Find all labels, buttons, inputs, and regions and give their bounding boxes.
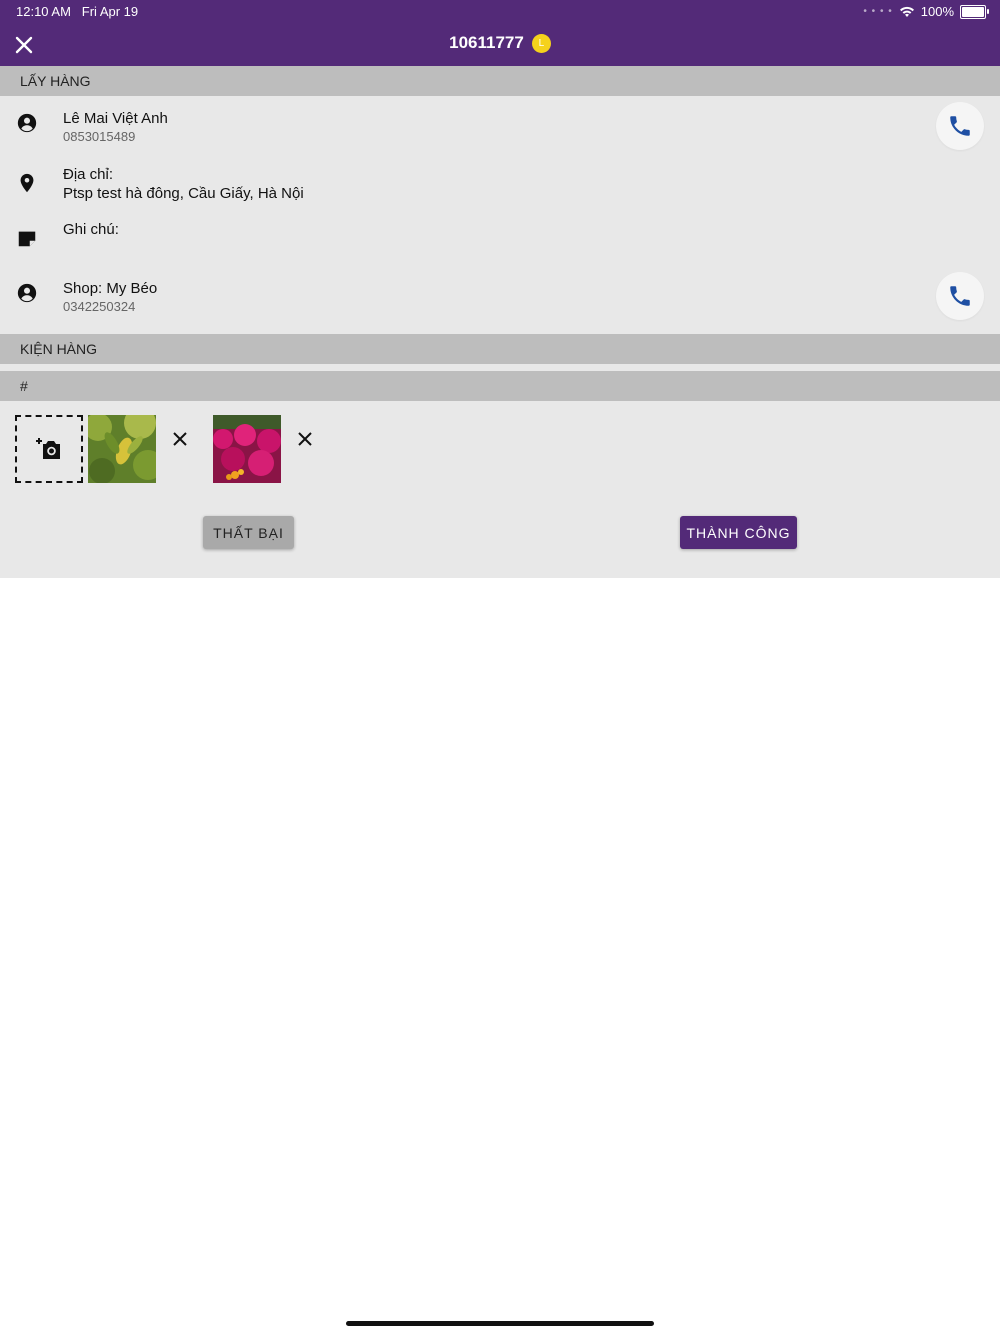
status-indicators: • • • • 100% [863,4,989,19]
battery-percent: 100% [920,4,954,19]
top-app-bar: 12:10 AM Fri Apr 19 • • • • 100% 1061177… [0,0,1000,66]
success-button[interactable]: THÀNH CÔNG [680,516,797,549]
shop-phone: 0342250324 [63,299,136,314]
phone-icon [950,286,970,306]
remove-icon [298,432,312,446]
status-time-text: 12:10 AM [16,4,71,19]
note-info: Ghi chú: [63,220,119,239]
note-label: Ghi chú: [63,221,119,238]
customer-phone: 0853015489 [63,129,136,144]
section-spacer [0,364,1000,371]
person-icon [17,113,37,133]
add-camera-icon [36,438,60,459]
status-date-text: Fri Apr 19 [81,4,139,19]
customer-name: Lê Mai Việt Anh [63,110,168,127]
battery-icon [960,4,989,19]
shop-name: Shop: My Béo [63,280,158,297]
package-table-header: # [0,371,1000,401]
remove-icon [173,432,187,446]
pickup-info-panel: Lê Mai Việt Anh 0853015489 Địa chỉ: Ptsp… [0,96,1000,334]
fail-button[interactable]: THẤT BẠI [203,516,294,549]
phone-icon [950,116,970,136]
add-photo-button[interactable] [15,415,83,483]
page-title: 10611777 L [0,33,1000,53]
signal-icon: • • • • [863,6,893,17]
shop-person-icon [17,283,37,303]
call-customer-button[interactable] [936,102,984,150]
order-id: 10611777 [449,33,524,52]
location-pin-icon [20,173,34,193]
shop-info: Shop: My Béo 0342250324 [63,279,157,315]
home-indicator [346,1321,654,1326]
wifi-icon [899,6,914,17]
photo-pink-flowers [213,415,281,483]
call-shop-button[interactable] [936,272,984,320]
customer-info: Lê Mai Việt Anh 0853015489 [63,109,168,145]
status-time: 12:10 AM Fri Apr 19 [16,4,138,19]
note-icon [18,231,36,247]
status-badge: L [531,33,551,53]
remove-photo-button[interactable] [295,429,315,449]
photo-green-leaves [88,415,156,483]
photo-thumbnail[interactable] [213,415,281,483]
remove-photo-button[interactable] [170,429,190,449]
address-info: Địa chỉ: Ptsp test hà đông, Cầu Giấy, Hà… [63,165,304,203]
package-section-header: KIỆN HÀNG [0,334,1000,364]
pickup-section-header: LẤY HÀNG [0,66,1000,96]
photo-thumbnail[interactable] [88,415,156,483]
address-value: Ptsp test hà đông, Cầu Giấy, Hà Nội [63,185,304,202]
address-label: Địa chỉ: [63,166,114,183]
